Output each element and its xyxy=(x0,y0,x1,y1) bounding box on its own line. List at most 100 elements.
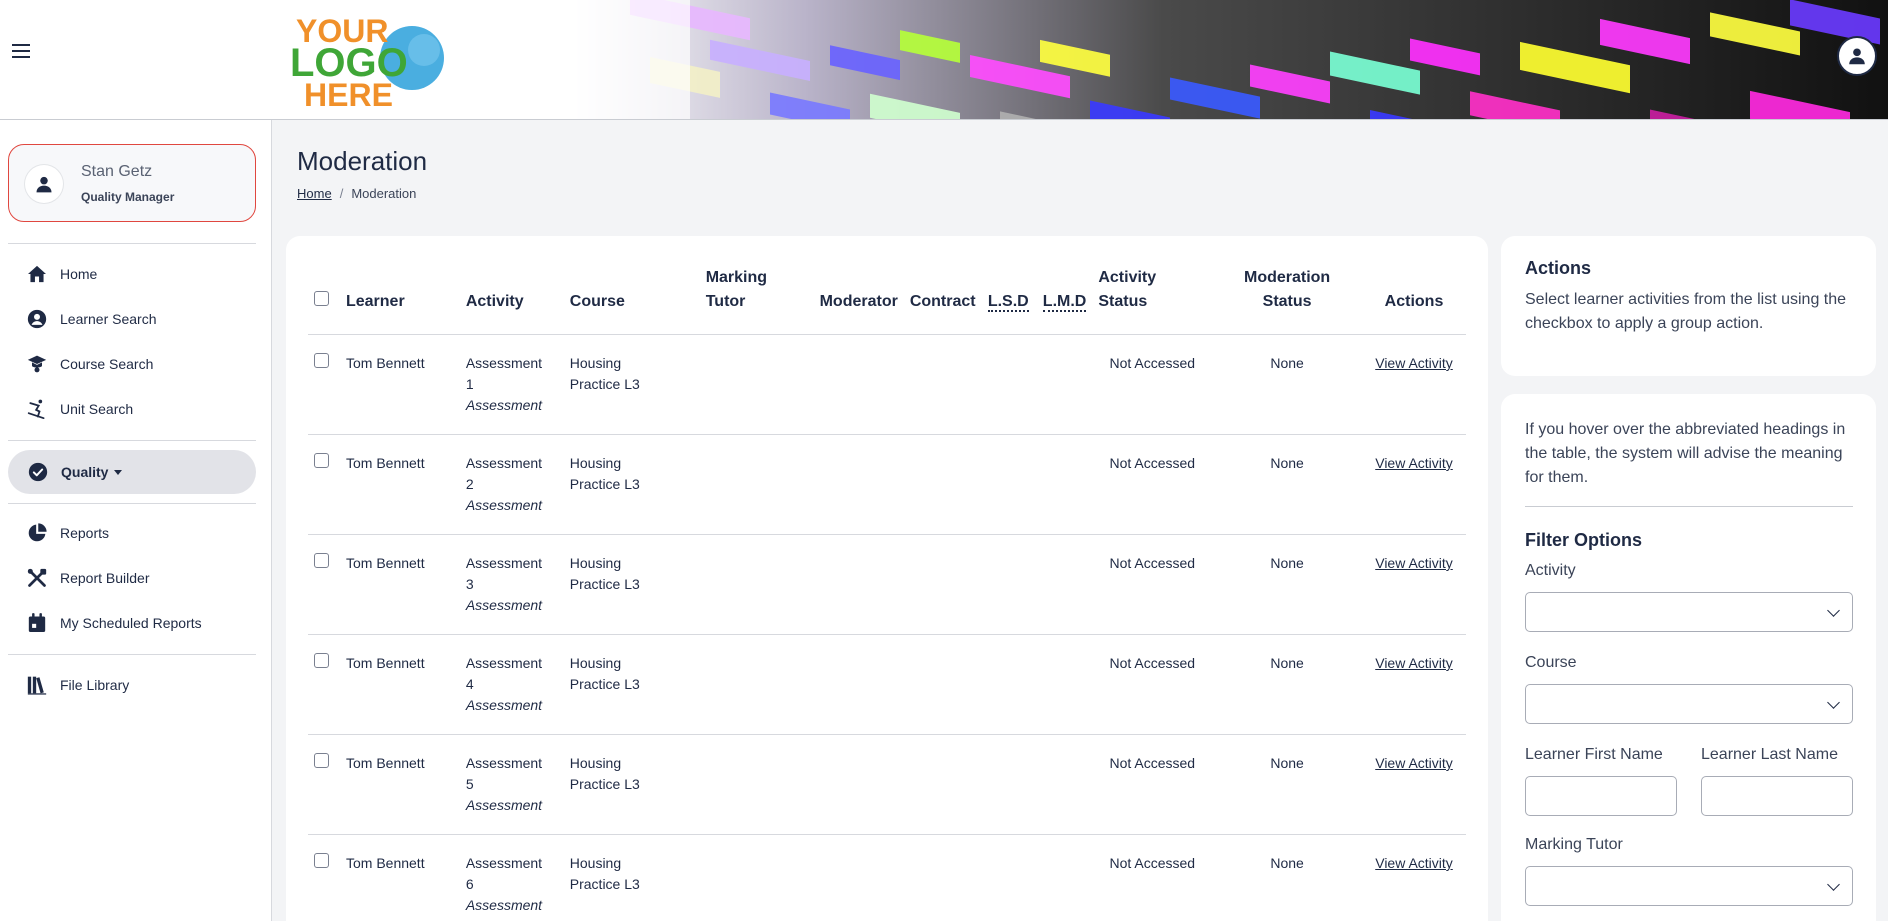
moderator-cell xyxy=(813,434,904,535)
view-activity-link[interactable]: View Activity xyxy=(1375,555,1453,571)
skier-icon xyxy=(26,398,48,420)
column-header-label: Marking Tutor xyxy=(705,269,768,310)
activity-name: Assessment xyxy=(465,355,543,371)
activity-type: Assessment xyxy=(465,697,543,713)
view-activity-link[interactable]: View Activity xyxy=(1375,455,1453,471)
user-role: Quality Manager xyxy=(81,190,175,204)
sidebar-item-unit-search[interactable]: Unit Search xyxy=(26,397,133,421)
activity-name: Assessment xyxy=(465,555,543,571)
row-checkbox[interactable] xyxy=(314,353,329,368)
view-activity-link[interactable]: View Activity xyxy=(1375,655,1453,671)
sidebar-divider xyxy=(8,243,256,244)
activity-cell: Assessment 3 Assessment xyxy=(459,534,564,635)
activity-filter-select[interactable] xyxy=(1525,592,1853,632)
select-all-checkbox[interactable] xyxy=(314,291,329,306)
moderation-table: Learner Activity Course Marking Tutor Mo… xyxy=(308,266,1466,921)
lmd-cell xyxy=(1036,634,1093,735)
actions-cell: View Activity xyxy=(1362,534,1466,635)
column-header-learner[interactable]: Learner xyxy=(339,266,460,335)
sidebar-item-course-search[interactable]: Course Search xyxy=(26,352,153,376)
sidebar-item-report-builder[interactable]: Report Builder xyxy=(26,566,150,590)
marking-tutor-filter-label: Marking Tutor xyxy=(1525,836,1623,853)
books-icon xyxy=(26,674,48,696)
row-select-cell xyxy=(308,734,340,835)
lsd-cell xyxy=(981,634,1037,735)
column-header-course[interactable]: Course xyxy=(563,266,700,335)
column-header-activity-status[interactable]: Activity Status xyxy=(1092,266,1213,335)
view-activity-link[interactable]: View Activity xyxy=(1375,855,1453,871)
view-activity-link[interactable]: View Activity xyxy=(1375,755,1453,771)
activity-status-cell: Not Accessed xyxy=(1092,434,1213,535)
hamburger-menu-icon[interactable] xyxy=(12,44,30,58)
column-header-activity[interactable]: Activity xyxy=(459,266,564,335)
sidebar-item-my-scheduled-reports[interactable]: My Scheduled Reports xyxy=(26,611,202,635)
breadcrumb-home-link[interactable]: Home xyxy=(297,186,332,201)
activity-status-cell: Not Accessed xyxy=(1092,834,1213,921)
learner-first-name-label: Learner First Name xyxy=(1525,746,1663,763)
course-filter-select[interactable] xyxy=(1525,684,1853,724)
activity-status-cell: Not Accessed xyxy=(1092,734,1213,835)
course-name: Housing Practice L3 xyxy=(569,855,640,892)
sidebar-divider xyxy=(8,503,256,504)
column-header-actions: Actions xyxy=(1362,266,1466,335)
actions-panel-title: Actions xyxy=(1525,258,1592,278)
lmd-cell xyxy=(1036,834,1093,921)
marking-tutor-cell xyxy=(699,734,814,835)
column-header-marking-tutor[interactable]: Marking Tutor xyxy=(699,266,814,335)
caret-down-icon xyxy=(114,469,123,475)
contract-cell xyxy=(903,334,982,435)
company-logo: YOUR LOGO HERE xyxy=(290,8,470,113)
learner-first-name-input[interactable] xyxy=(1525,776,1677,816)
course-cell: Housing Practice L3 xyxy=(563,734,700,835)
sidebar-item-learner-search[interactable]: Learner Search xyxy=(26,307,157,331)
user-profile-card[interactable]: Stan Getz Quality Manager xyxy=(8,144,256,222)
breadcrumb: Home / Moderation xyxy=(297,186,416,201)
activity-filter-label: Activity xyxy=(1525,562,1576,579)
activity-type: Assessment xyxy=(465,597,543,613)
calendar-icon xyxy=(26,612,48,634)
course-name: Housing Practice L3 xyxy=(569,455,640,492)
column-header-moderator[interactable]: Moderator xyxy=(813,266,904,335)
sidebar-item-label: Unit Search xyxy=(60,401,134,417)
home-icon xyxy=(26,263,48,285)
page-title: Moderation xyxy=(297,146,428,176)
chevron-down-icon xyxy=(1827,604,1840,617)
learner-cell: Tom Bennett xyxy=(339,834,460,921)
column-header-contract[interactable]: Contract xyxy=(903,266,982,335)
marking-tutor-filter-select[interactable] xyxy=(1525,866,1853,906)
row-checkbox[interactable] xyxy=(314,753,329,768)
view-activity-link[interactable]: View Activity xyxy=(1375,355,1453,371)
sidebar-item-label: Quality xyxy=(61,464,109,480)
row-checkbox[interactable] xyxy=(314,853,329,868)
lmd-cell xyxy=(1036,434,1093,535)
check-circle-icon xyxy=(27,461,49,483)
sidebar-item-quality[interactable]: Quality xyxy=(8,450,256,494)
account-user-icon[interactable] xyxy=(1837,36,1877,76)
abbreviation-lsd[interactable]: L.S.D xyxy=(987,293,1029,312)
row-checkbox[interactable] xyxy=(314,553,329,568)
sidebar-divider xyxy=(8,440,256,441)
sidebar-item-reports[interactable]: Reports xyxy=(26,521,109,545)
abbreviation-lmd[interactable]: L.M.D xyxy=(1042,293,1087,312)
column-header-lmd[interactable]: L.M.D xyxy=(1036,266,1093,335)
lsd-cell xyxy=(981,534,1037,635)
activity-type: Assessment xyxy=(465,897,543,913)
course-name: Housing Practice L3 xyxy=(569,555,640,592)
row-select-cell xyxy=(308,534,340,635)
actions-panel-text: Select learner activities from the list … xyxy=(1525,291,1847,332)
moderation-status-cell: None xyxy=(1212,734,1363,835)
sidebar-item-label: File Library xyxy=(60,677,130,693)
row-checkbox[interactable] xyxy=(314,653,329,668)
column-header-lsd[interactable]: L.S.D xyxy=(981,266,1037,335)
avatar-user-icon xyxy=(25,165,63,203)
course-cell: Housing Practice L3 xyxy=(563,634,700,735)
activity-cell: Assessment 2 Assessment xyxy=(459,434,564,535)
sidebar-item-file-library[interactable]: File Library xyxy=(26,673,129,697)
row-checkbox[interactable] xyxy=(314,453,329,468)
learner-last-name-input[interactable] xyxy=(1701,776,1853,816)
contract-cell xyxy=(903,434,982,535)
column-header-moderation-status[interactable]: Moderation Status xyxy=(1212,266,1363,335)
sidebar-item-home[interactable]: Home xyxy=(26,262,97,286)
sidebar-item-label: Learner Search xyxy=(60,311,157,327)
marking-tutor-cell xyxy=(699,634,814,735)
